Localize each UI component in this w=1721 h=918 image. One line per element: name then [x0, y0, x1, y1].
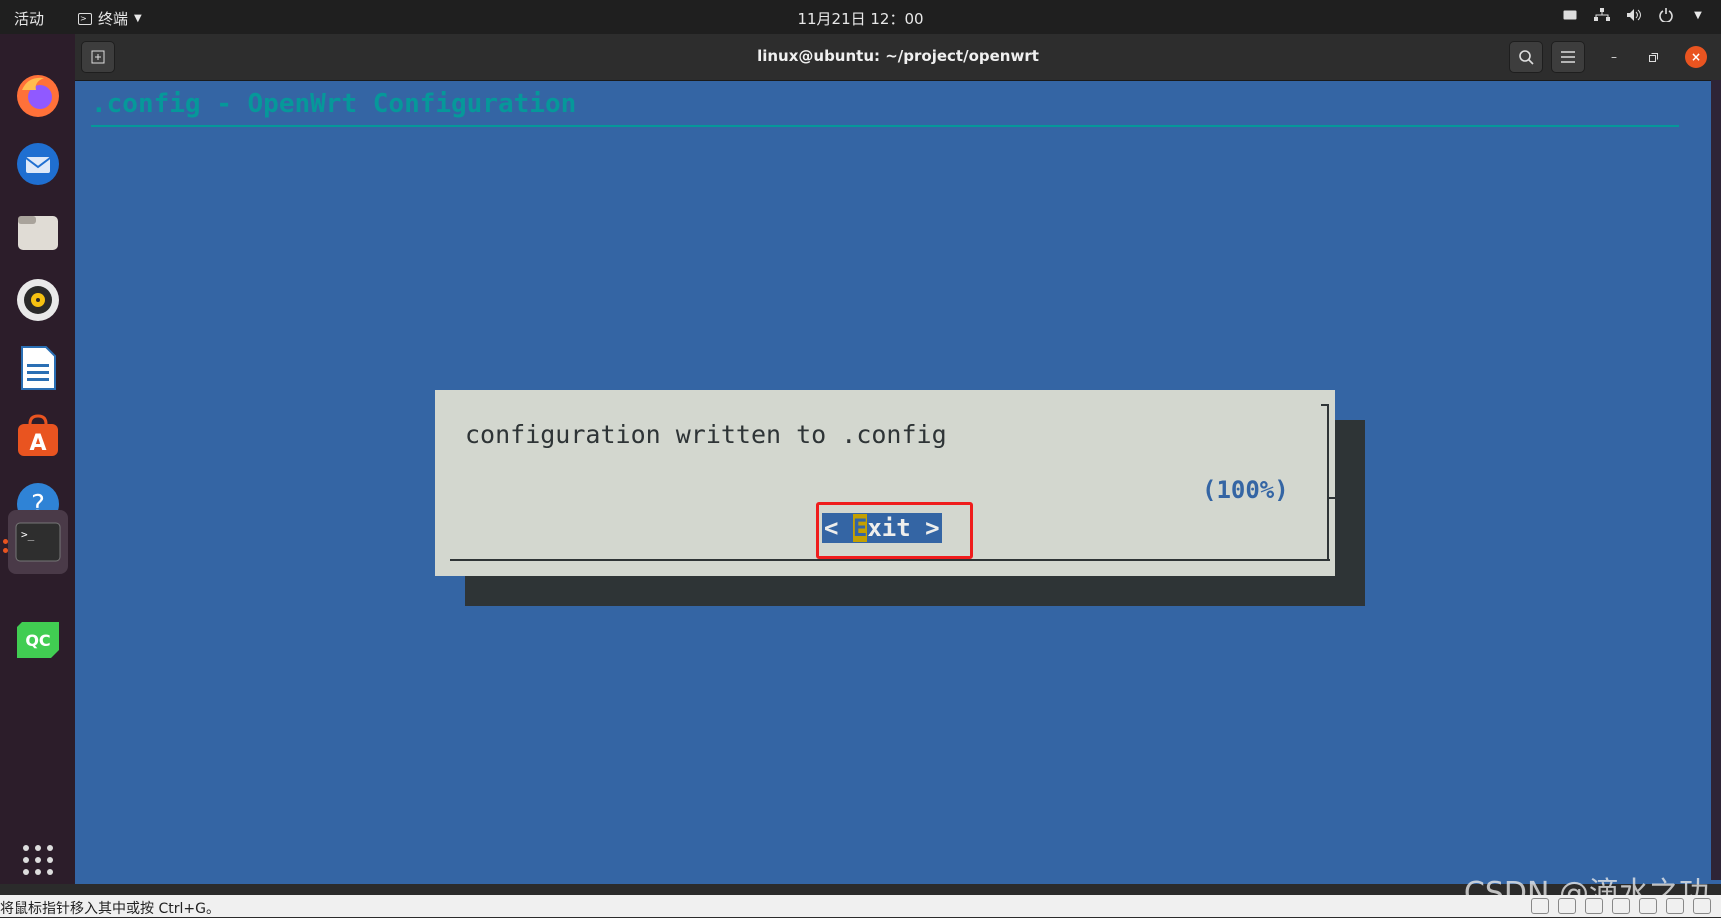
sound-icon[interactable] — [1639, 898, 1657, 914]
status-hint: 将鼠标指针移入其中或按 Ctrl+G。 — [0, 901, 220, 917]
thunderbird-icon[interactable] — [8, 134, 68, 194]
dialog-message: configuration written to .config — [465, 420, 947, 449]
clock-container: 11月21日 12：00 — [0, 8, 1721, 29]
activities-button[interactable]: 活动 — [14, 8, 44, 29]
dialog-border-bottom — [450, 559, 1330, 561]
title-divider — [91, 125, 1679, 127]
printer-icon[interactable] — [1612, 898, 1630, 914]
top-bar: 活动 > 终端 ▼ 11月21日 12：00 ▼ — [0, 0, 1721, 34]
software-icon[interactable]: A — [8, 406, 68, 466]
terminal-app-icon: > — [78, 12, 92, 25]
config-saved-dialog: configuration written to .config (100%) … — [435, 390, 1335, 576]
display-icon[interactable] — [1693, 898, 1711, 914]
dialog-border-right — [1327, 404, 1329, 561]
progress-percent: (100%) — [1202, 476, 1289, 504]
hamburger-menu-button[interactable] — [1551, 41, 1585, 73]
dialog-border-tick — [1327, 497, 1335, 499]
firefox-icon[interactable] — [8, 66, 68, 126]
power-icon[interactable] — [1657, 6, 1675, 24]
app-menu[interactable]: > 终端 ▼ — [78, 8, 142, 29]
keyboard-icon[interactable] — [1561, 6, 1579, 24]
network-icon[interactable] — [1593, 6, 1611, 24]
vm-status-bar: 将鼠标指针移入其中或按 Ctrl+G。 — [0, 895, 1721, 917]
maximize-button[interactable] — [1642, 46, 1664, 68]
volume-icon[interactable] — [1625, 6, 1643, 24]
clock[interactable]: 11月21日 12：00 — [797, 10, 923, 28]
app-menu-label: 终端 — [98, 10, 129, 28]
vm-device-tray[interactable] — [1531, 898, 1711, 914]
annotation-highlight-box — [816, 502, 973, 559]
terminal-window: linux@ubuntu: ~/project/openwrt – × .con… — [75, 34, 1721, 884]
svg-text:QC: QC — [25, 631, 50, 650]
minimize-button[interactable]: – — [1603, 46, 1625, 68]
cd-icon[interactable] — [1558, 898, 1576, 914]
writer-icon[interactable] — [8, 338, 68, 398]
app-grid-icon[interactable] — [8, 830, 68, 890]
terminal-content[interactable]: .config - OpenWrt Configuration configur… — [75, 81, 1721, 884]
dock: A ? >_ QC — [0, 34, 75, 884]
qtcreator-icon[interactable]: QC — [8, 610, 68, 670]
svg-text:A: A — [29, 431, 46, 456]
window-edge — [1711, 80, 1721, 880]
window-headerbar: linux@ubuntu: ~/project/openwrt – × — [75, 34, 1721, 81]
svg-text:>_: >_ — [21, 528, 35, 541]
chevron-down-icon: ▼ — [134, 13, 142, 24]
window-title: linux@ubuntu: ~/project/openwrt — [757, 47, 1039, 65]
menuconfig-title: .config - OpenWrt Configuration — [91, 89, 577, 119]
search-button[interactable] — [1509, 41, 1543, 73]
files-icon[interactable] — [8, 202, 68, 262]
chevron-down-icon[interactable]: ▼ — [1689, 6, 1707, 24]
close-button[interactable]: × — [1685, 46, 1707, 68]
network-adapter-icon[interactable] — [1585, 898, 1603, 914]
rhythmbox-icon[interactable] — [8, 270, 68, 330]
hdd-icon[interactable] — [1531, 898, 1549, 914]
terminal-icon[interactable]: >_ — [8, 510, 68, 574]
system-tray[interactable]: ▼ — [1561, 6, 1707, 24]
usb-icon[interactable] — [1666, 898, 1684, 914]
